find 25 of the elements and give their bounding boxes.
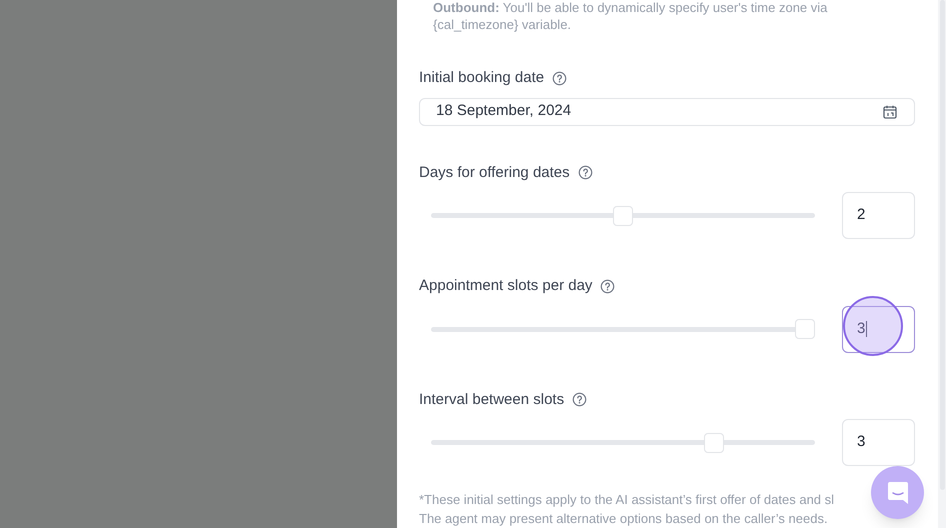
- help-icon[interactable]: [578, 165, 593, 180]
- footnote-text: The agent may present alternative options based on the caller’s needs.: [419, 510, 828, 528]
- slider-label: Days for offering dates: [419, 162, 570, 182]
- slider-label: Interval between slots: [419, 390, 564, 410]
- info-text: {cal_timezone} variable.: [433, 16, 572, 33]
- slider[interactable]: [431, 206, 815, 226]
- number-field[interactable]: 3: [842, 306, 915, 352]
- slider-thumb[interactable]: [704, 432, 724, 452]
- help-icon[interactable]: [572, 392, 588, 408]
- slider-thumb[interactable]: [613, 206, 633, 226]
- info-text: Outbound: You'll be able to dynamically specify user's time zone via: [433, 0, 828, 16]
- slider-label: Appointment slots per day: [419, 276, 592, 296]
- calendar-icon[interactable]: [882, 104, 898, 120]
- slider[interactable]: [431, 432, 815, 452]
- chat-button[interactable]: [871, 466, 924, 519]
- help-icon[interactable]: [552, 70, 568, 86]
- field-label: Initial booking date: [419, 68, 544, 88]
- slider[interactable]: [431, 319, 815, 339]
- slider-thumb[interactable]: [795, 319, 815, 339]
- help-icon[interactable]: [600, 278, 616, 294]
- number-field[interactable]: 2: [842, 192, 915, 239]
- date-field[interactable]: 18 September, 2024: [419, 98, 915, 126]
- footnote-text: *These initial settings apply to the AI assistant’s first offer of dates and sl: [419, 491, 834, 509]
- chat-icon: [886, 480, 908, 504]
- number-field[interactable]: 3: [842, 419, 915, 466]
